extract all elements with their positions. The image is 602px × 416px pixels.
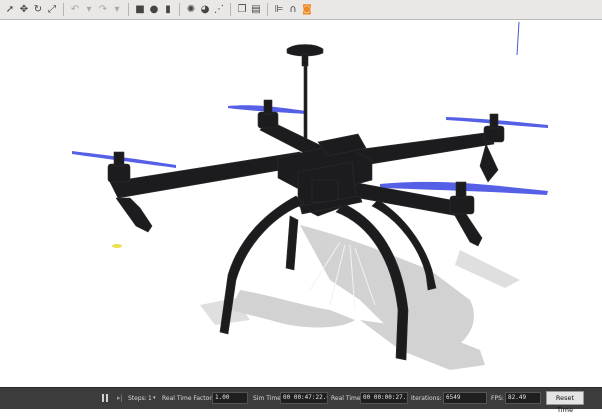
toolbar-separator [128, 3, 129, 16]
screenshot-icon[interactable]: ◙ [301, 3, 313, 17]
step-icon[interactable]: ▸| [117, 394, 123, 402]
fps-field: 82.49 [505, 392, 541, 404]
iterations-field: 6549 [443, 392, 487, 404]
undo-history-icon[interactable]: ▾ [83, 3, 95, 17]
sim-time-field: 00 00:47:22.020 [280, 392, 328, 404]
reset-time-button[interactable]: Reset Time [546, 391, 584, 414]
redo-icon[interactable]: ↷ [97, 3, 109, 17]
ground-marker [112, 244, 122, 248]
steps-value[interactable]: 1 [148, 395, 152, 402]
pause-button[interactable] [101, 393, 110, 404]
translate-mode-icon[interactable]: ✥ [18, 3, 30, 17]
redo-history-icon[interactable]: ▾ [111, 3, 123, 17]
copy-icon[interactable]: ❐ [236, 3, 248, 17]
rotate-mode-icon[interactable]: ↻ [32, 3, 44, 17]
top-toolbar: ➚ ✥ ↻ ⤢ ↶ ▾ ↷ ▾ ■ ● ▮ ✺ ◕ ⋰ ❐ ▤ ⊫ ∩ ◙ [0, 0, 602, 20]
box-shape-icon[interactable]: ■ [134, 3, 146, 17]
snap-icon[interactable]: ∩ [287, 3, 299, 17]
fps-label: FPS: [491, 395, 504, 402]
select-mode-icon[interactable]: ➚ [4, 3, 16, 17]
directional-light-icon[interactable]: ⋰ [213, 3, 225, 17]
steps-label: Steps: [128, 395, 147, 402]
status-bar: ▸| Steps: 1 ▾ Real Time Factor: 1.00 Sim… [0, 387, 602, 414]
real-time-label: Real Time: [331, 395, 363, 402]
toolbar-separator [179, 3, 180, 16]
undo-icon[interactable]: ↶ [69, 3, 81, 17]
real-time-factor-field: 1.00 [212, 392, 248, 404]
spot-light-icon[interactable]: ◕ [199, 3, 211, 17]
iterations-label: Iterations: [411, 395, 442, 402]
scene-marker-line [516, 21, 520, 56]
real-time-factor-label: Real Time Factor: [162, 395, 214, 402]
real-time-field: 00 00:00:27.275 [360, 392, 408, 404]
sphere-shape-icon[interactable]: ● [148, 3, 160, 17]
scale-mode-icon[interactable]: ⤢ [46, 3, 58, 17]
scene-viewport[interactable] [0, 20, 602, 387]
point-light-icon[interactable]: ✺ [185, 3, 197, 17]
cylinder-shape-icon[interactable]: ▮ [162, 3, 174, 17]
toolbar-separator [63, 3, 64, 16]
toolbar-separator [230, 3, 231, 16]
scene-canvas[interactable] [0, 20, 602, 387]
steps-dropdown-icon[interactable]: ▾ [153, 395, 156, 401]
toolbar-separator [267, 3, 268, 16]
sim-time-label: Sim Time: [253, 395, 283, 402]
align-icon[interactable]: ⊫ [273, 3, 285, 17]
paste-icon[interactable]: ▤ [250, 3, 262, 17]
